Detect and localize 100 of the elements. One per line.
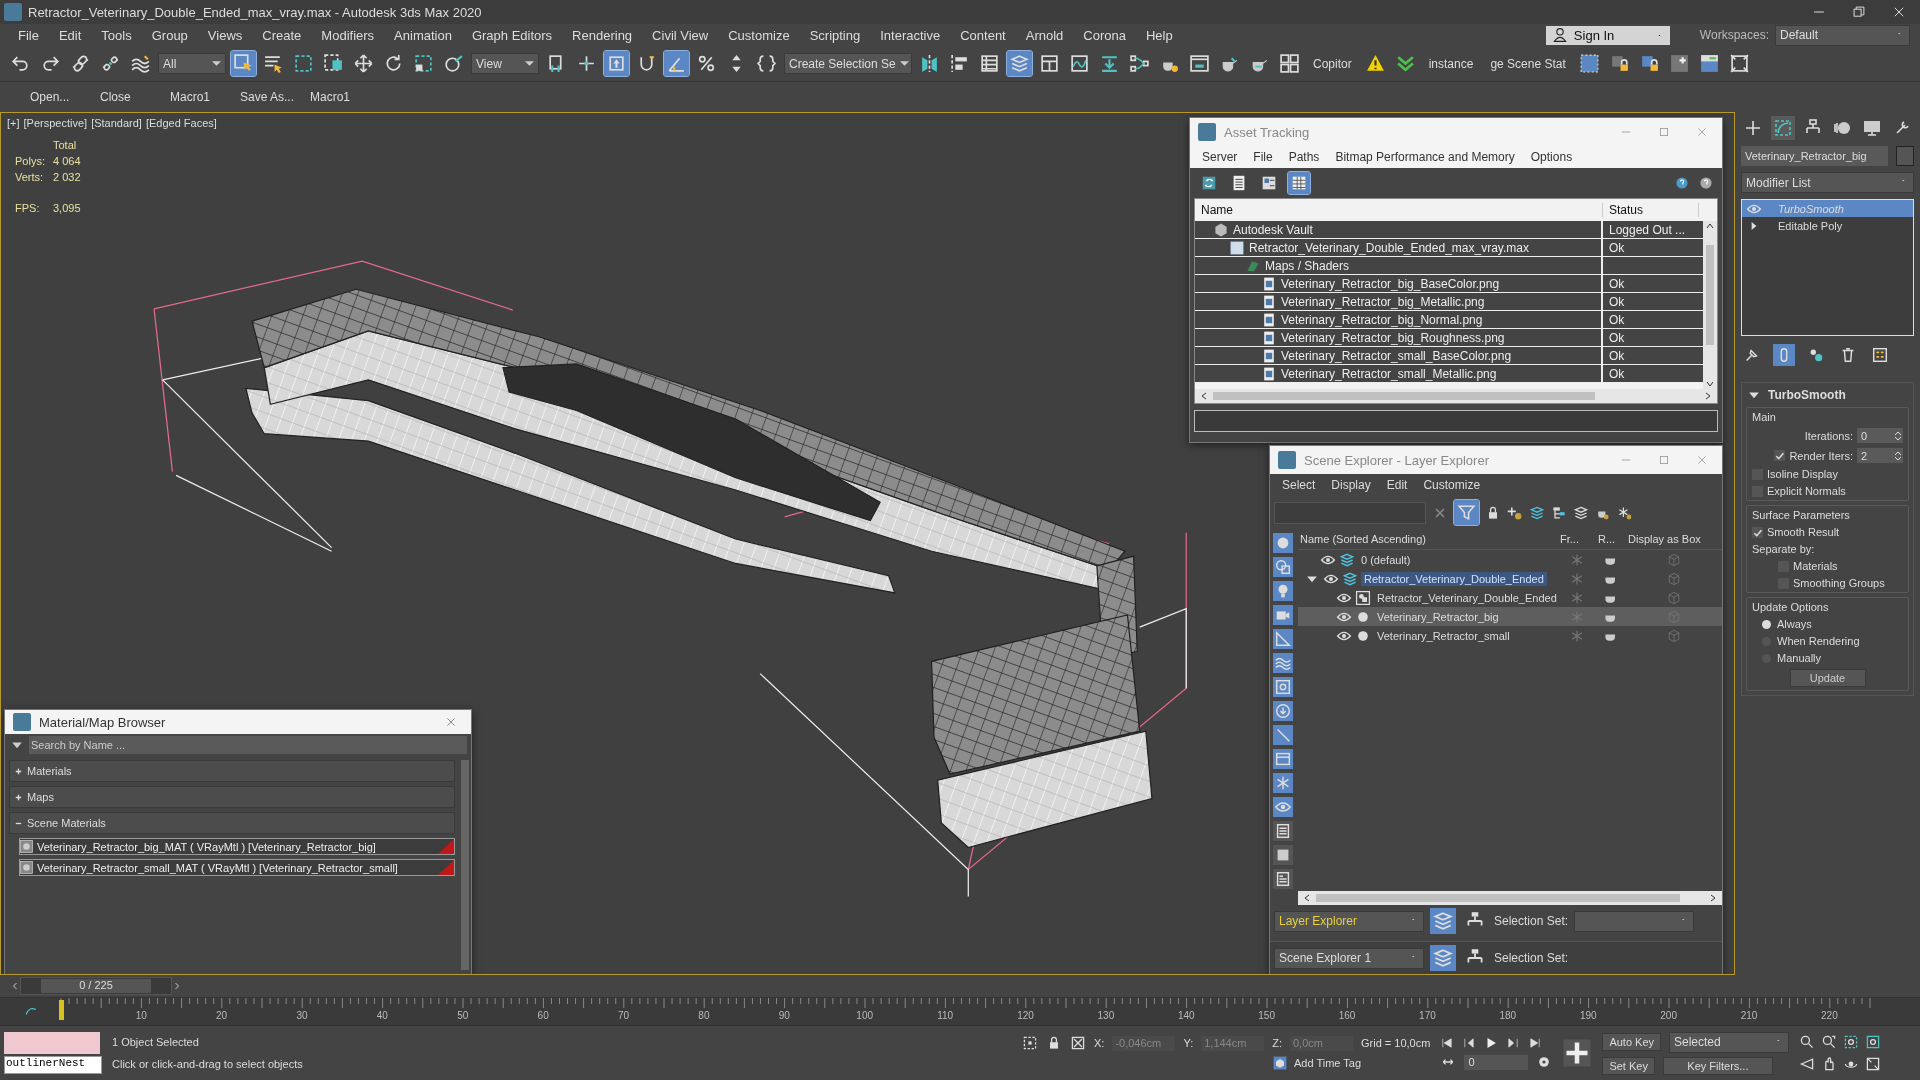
sign-in-dropdown[interactable]: Sign In xyxy=(1545,25,1670,45)
select-icon[interactable] xyxy=(231,51,256,76)
tray-icon[interactable] xyxy=(1273,749,1293,769)
snowflake-icon[interactable] xyxy=(1617,504,1633,521)
layers-icon[interactable] xyxy=(1529,504,1545,521)
dropdown[interactable]: View xyxy=(471,53,539,74)
previous-frame-icon[interactable] xyxy=(1462,1036,1477,1050)
viewport-menu-label[interactable]: [Standard] xyxy=(91,117,142,129)
asset-name[interactable]: Autodesk Vault xyxy=(1233,222,1313,237)
scroll-right-icon[interactable] xyxy=(1708,893,1718,903)
menu-item[interactable]: Modifiers xyxy=(311,27,385,43)
menu-item[interactable]: Server xyxy=(1194,150,1246,164)
modifier-list-dropdown[interactable]: Modifier List xyxy=(1741,172,1914,193)
tree-item[interactable]: Veterinary_Retractor_small xyxy=(1374,628,1513,643)
scroll-up-icon[interactable] xyxy=(1705,221,1715,231)
column-header[interactable]: Display as Box xyxy=(1626,533,1722,545)
document-icon[interactable] xyxy=(1273,821,1293,841)
viewport-menu-label[interactable]: [+] xyxy=(7,117,20,129)
menu-item[interactable]: Tools xyxy=(91,27,142,43)
menu-item[interactable]: Display xyxy=(1323,478,1379,492)
viewport[interactable] xyxy=(0,112,1735,975)
asset-name[interactable]: Veterinary_Retractor_big_BaseColor.png xyxy=(1281,276,1500,291)
column-header[interactable]: Name (Sorted Ascending) xyxy=(1298,533,1558,545)
menu-item[interactable]: Civil View xyxy=(642,27,719,43)
viewport-menu-label[interactable]: [Perspective] xyxy=(23,117,88,129)
menu-item[interactable]: Edit xyxy=(48,27,92,43)
column-header[interactable]: Status xyxy=(1603,203,1699,217)
menu-item[interactable]: File xyxy=(1245,150,1281,164)
search-field[interactable]: Search by Name ... xyxy=(29,736,467,754)
go-to-start-icon[interactable] xyxy=(1440,1036,1455,1050)
checkbox[interactable]: Explicit Normals xyxy=(1752,485,1903,497)
key-mode-dropdown[interactable]: Selected xyxy=(1669,1031,1789,1053)
macro-button[interactable]: instance xyxy=(1422,56,1480,71)
radio-button[interactable]: Manually xyxy=(1752,652,1903,664)
material-item[interactable]: Veterinary_Retractor_big_MAT ( VRayMtl ) [Veterinary_Retractor_big] xyxy=(19,838,455,855)
menu-item[interactable]: Options xyxy=(1522,150,1581,164)
menu-item[interactable]: Animation xyxy=(384,27,462,43)
brush-icon[interactable] xyxy=(1273,725,1293,745)
menu-item[interactable]: Graph Editors xyxy=(461,27,563,43)
workspace-dropdown[interactable]: Default xyxy=(1775,24,1910,46)
test-tube-icon[interactable] xyxy=(1773,344,1795,366)
vertical-scrollbar[interactable] xyxy=(461,760,469,970)
scroll-left-icon[interactable] xyxy=(1199,391,1209,401)
tree-item[interactable]: 0 (default) xyxy=(1358,552,1414,567)
menu-item[interactable]: Help xyxy=(1135,27,1183,43)
menu-item[interactable]: Edit xyxy=(1378,478,1416,492)
shapes-icon[interactable] xyxy=(1273,557,1293,577)
frame-icon[interactable] xyxy=(1273,677,1293,697)
time-marker[interactable] xyxy=(59,1000,64,1020)
menu-item[interactable]: Corona xyxy=(1073,27,1136,43)
dropdown[interactable]: All xyxy=(158,53,226,74)
menu-item[interactable]: Scripting xyxy=(799,27,871,43)
menu-item[interactable]: Paths xyxy=(1280,150,1328,164)
menu-item[interactable]: Arnold xyxy=(1015,27,1074,43)
set-key-button[interactable]: Set Key xyxy=(1602,1056,1655,1075)
object-color-swatch[interactable] xyxy=(1896,146,1914,166)
restore-icon[interactable] xyxy=(1852,5,1866,19)
horizontal-scrollbar[interactable] xyxy=(1298,891,1722,905)
zoom-extents-all-icon[interactable] xyxy=(1865,1034,1881,1050)
horizontal-scrollbar[interactable] xyxy=(1195,389,1717,403)
spinner-field[interactable]: 2 xyxy=(1857,448,1903,463)
menu-item[interactable]: Rendering xyxy=(562,27,643,43)
hierarchy-icon[interactable] xyxy=(1551,504,1567,521)
checkbox[interactable]: Render Iters: xyxy=(1774,449,1853,462)
object-name-field[interactable]: Veterinary_Retractor_big xyxy=(1741,146,1888,166)
square-icon[interactable] xyxy=(1273,845,1293,865)
script-field[interactable]: outlinerNest xyxy=(4,1056,102,1074)
help-icon[interactable] xyxy=(1698,175,1714,191)
menu-item[interactable]: Group xyxy=(141,27,198,43)
vertical-scrollbar[interactable] xyxy=(1703,221,1717,389)
asset-name[interactable]: Veterinary_Retractor_small_Metallic.png xyxy=(1281,366,1497,381)
asset-name[interactable]: Veterinary_Retractor_big_Metallic.png xyxy=(1281,294,1485,309)
disc-icon[interactable] xyxy=(1273,701,1293,721)
go-to-end-icon[interactable] xyxy=(1528,1036,1543,1050)
table-icon[interactable] xyxy=(1288,172,1310,194)
scroll-left-icon[interactable] xyxy=(1302,893,1312,903)
macro-button[interactable]: Open... xyxy=(30,90,100,104)
macro-button[interactable]: ge Scene Stat xyxy=(1484,56,1572,71)
explorer-dropdown[interactable]: Scene Explorer 1 xyxy=(1274,947,1424,969)
field-of-view-icon[interactable] xyxy=(1799,1056,1815,1072)
asset-name[interactable]: Maps / Shaders xyxy=(1265,258,1350,273)
add-time-tag-button[interactable]: Add Time Tag xyxy=(1294,1057,1362,1069)
group-header[interactable]: Maps xyxy=(9,786,455,808)
checkbox[interactable]: Smoothing Groups xyxy=(1752,577,1903,589)
tree-item[interactable]: Retractor_Veterinary_Double_Ended xyxy=(1374,590,1560,605)
zoom-all-icon[interactable] xyxy=(1821,1034,1837,1050)
search-field[interactable] xyxy=(1274,501,1426,524)
close-icon[interactable] xyxy=(1892,5,1906,19)
macro-button[interactable]: Copitor xyxy=(1307,56,1358,71)
asset-name[interactable]: Retractor_Veterinary_Double_Ended_max_vray.max xyxy=(1249,240,1529,255)
dropdown[interactable]: Create Selection Se xyxy=(784,53,912,74)
angle-snap-icon[interactable] xyxy=(664,51,689,76)
frame-field[interactable]: 0 xyxy=(1464,1054,1529,1070)
add-layer-icon[interactable] xyxy=(1507,504,1523,521)
zoom-extents-icon[interactable] xyxy=(1843,1034,1859,1050)
group-header[interactable]: Scene Materials xyxy=(9,812,455,834)
macro-button[interactable]: Save As... xyxy=(240,90,310,104)
zoom-icon[interactable] xyxy=(1799,1034,1815,1050)
checkbox[interactable]: Isoline Display xyxy=(1752,468,1903,480)
key-plus-icon[interactable] xyxy=(1562,1038,1593,1068)
